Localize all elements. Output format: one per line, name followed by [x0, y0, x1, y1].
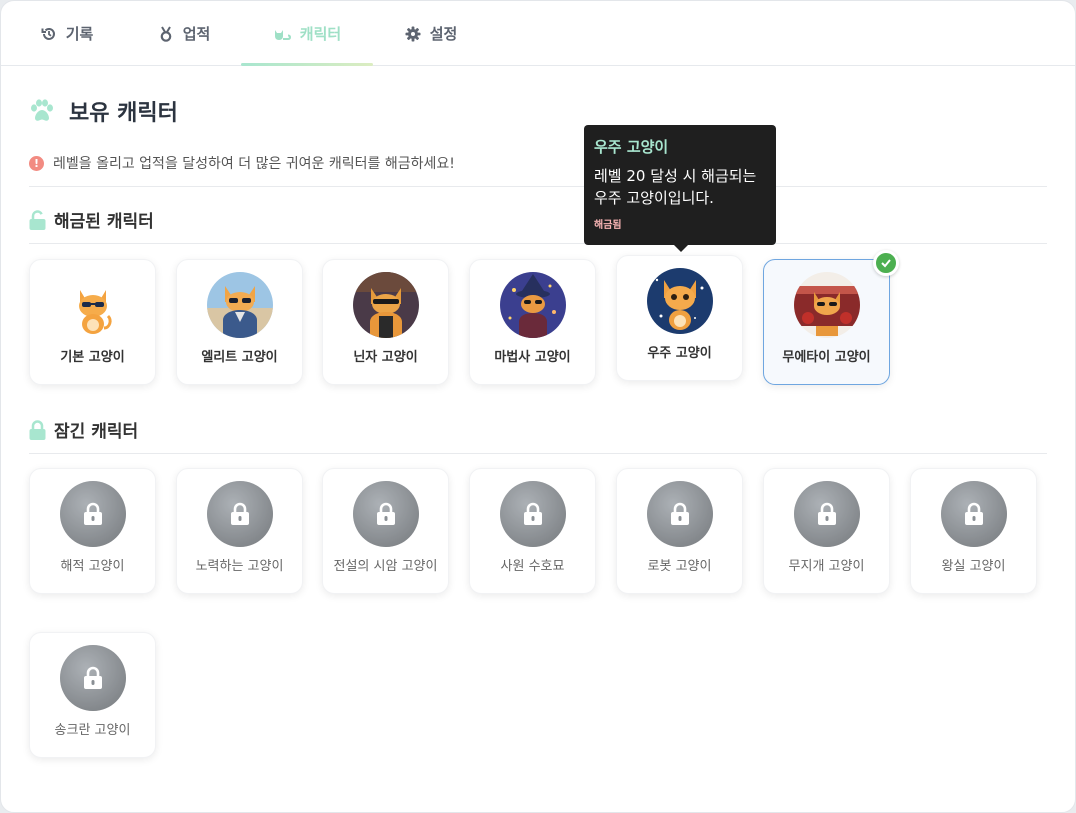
tab-bar: 기록 업적 캐릭터 설정: [1, 1, 1075, 66]
tooltip-description: 레벨 20 달성 시 해금되는 우주 고양이입니다.: [594, 165, 766, 209]
character-avatar: [59, 645, 126, 711]
character-card-temple[interactable]: 사원 수호묘: [469, 468, 596, 594]
character-name: 전설의 시암 고양이: [333, 559, 438, 574]
lock-icon: [83, 502, 102, 525]
lock-icon: [83, 666, 102, 689]
character-card-hardworking[interactable]: 노력하는 고양이: [176, 468, 303, 594]
unlock-icon: [29, 209, 46, 230]
tooltip-status: 해금됨: [594, 220, 622, 231]
character-name: 우주 고양이: [647, 346, 712, 361]
tab-label: 업적: [182, 25, 211, 43]
character-card-basic[interactable]: 기본 고양이: [29, 259, 156, 385]
divider: [29, 243, 1047, 244]
character-card-robot[interactable]: 로봇 고양이: [616, 468, 743, 594]
character-name: 마법사 고양이: [494, 350, 571, 365]
tab-history[interactable]: 기록: [21, 1, 113, 66]
tab-label: 설정: [429, 25, 458, 43]
character-avatar: [352, 272, 419, 338]
tab-settings[interactable]: 설정: [381, 1, 481, 66]
character-name: 무지개 고양이: [788, 559, 865, 574]
character-avatar: [646, 268, 713, 334]
section-title: 잠긴 캐릭터: [54, 422, 139, 442]
divider: [29, 186, 1047, 187]
lock-icon: [670, 502, 689, 525]
medal-icon: [160, 25, 171, 42]
character-avatar: [352, 481, 419, 547]
lock-icon: [29, 419, 46, 440]
tab-achievements[interactable]: 업적: [134, 1, 234, 66]
character-avatar: [206, 272, 273, 338]
tooltip-desc-line: 우주 고양이입니다.: [594, 189, 714, 207]
character-name: 무에타이 고양이: [782, 350, 871, 365]
lock-icon: [964, 502, 983, 525]
character-card-wizard[interactable]: 마법사 고양이: [469, 259, 596, 385]
lock-icon: [523, 502, 542, 525]
character-avatar: [793, 272, 860, 338]
tab-characters[interactable]: 캐릭터: [241, 1, 373, 66]
section-title: 해금된 캐릭터: [54, 212, 154, 232]
paw-icon: [31, 99, 53, 121]
cat-icon: [274, 29, 291, 40]
unlocked-section-header: 해금된 캐릭터: [29, 207, 154, 232]
page-header: 보유 캐릭터: [29, 95, 178, 127]
character-card-rainbow[interactable]: 무지개 고양이: [763, 468, 890, 594]
character-name: 기본 고양이: [60, 350, 125, 365]
character-card-space[interactable]: 우주 고양이: [616, 255, 743, 381]
character-avatar: [499, 272, 566, 338]
gear-icon: [405, 26, 421, 41]
active-tab-indicator: [241, 63, 373, 66]
character-name: 왕실 고양이: [941, 559, 1006, 574]
character-card-siamese[interactable]: 전설의 시암 고양이: [322, 468, 449, 594]
character-avatar: [793, 481, 860, 547]
info-message: ! 레벨을 올리고 업적을 달성하여 더 많은 귀여운 캐릭터를 해금하세요!: [29, 153, 455, 173]
character-card-royal[interactable]: 왕실 고양이: [910, 468, 1037, 594]
character-name: 송크란 고양이: [54, 723, 131, 738]
divider: [29, 453, 1047, 454]
characters-panel: 기록 업적 캐릭터 설정 보유 캐릭터 ! 레벨을 올리고 업적을 달성하여 더…: [0, 0, 1076, 813]
character-tooltip: 우주 고양이 레벨 20 달성 시 해금되는 우주 고양이입니다. 해금됨: [584, 125, 776, 252]
character-card-pirate[interactable]: 해적 고양이: [29, 468, 156, 594]
character-avatar: [206, 481, 273, 547]
character-name: 노력하는 고양이: [195, 559, 284, 574]
character-name: 닌자 고양이: [353, 350, 418, 365]
history-icon: [41, 27, 55, 40]
lock-icon: [230, 502, 249, 525]
character-card-elite[interactable]: 엘리트 고양이: [176, 259, 303, 385]
lock-icon: [376, 502, 395, 525]
info-text: 레벨을 올리고 업적을 달성하여 더 많은 귀여운 캐릭터를 해금하세요!: [53, 156, 455, 172]
character-card-songkran[interactable]: 송크란 고양이: [29, 632, 156, 758]
lock-icon: [817, 502, 836, 525]
tooltip-title: 우주 고양이: [594, 138, 669, 156]
selected-check-icon: [873, 250, 899, 276]
character-name: 엘리트 고양이: [201, 350, 278, 365]
tab-label: 기록: [65, 25, 94, 43]
tab-label: 캐릭터: [299, 25, 342, 43]
character-avatar: [59, 481, 126, 547]
character-card-muaythai[interactable]: 무에타이 고양이: [763, 250, 899, 385]
character-name: 로봇 고양이: [647, 559, 712, 574]
character-avatar: [646, 481, 713, 547]
character-name: 해적 고양이: [60, 559, 125, 574]
character-avatar: [59, 272, 126, 338]
character-avatar: [940, 481, 1007, 547]
page-title: 보유 캐릭터: [69, 101, 178, 126]
locked-section-header: 잠긴 캐릭터: [29, 417, 138, 442]
character-card-ninja[interactable]: 닌자 고양이: [322, 259, 449, 385]
info-icon: !: [29, 155, 44, 171]
tooltip-desc-line: 레벨 20 달성 시 해금되는: [594, 167, 757, 185]
character-name: 사원 수호묘: [500, 559, 565, 574]
character-avatar: [499, 481, 566, 547]
